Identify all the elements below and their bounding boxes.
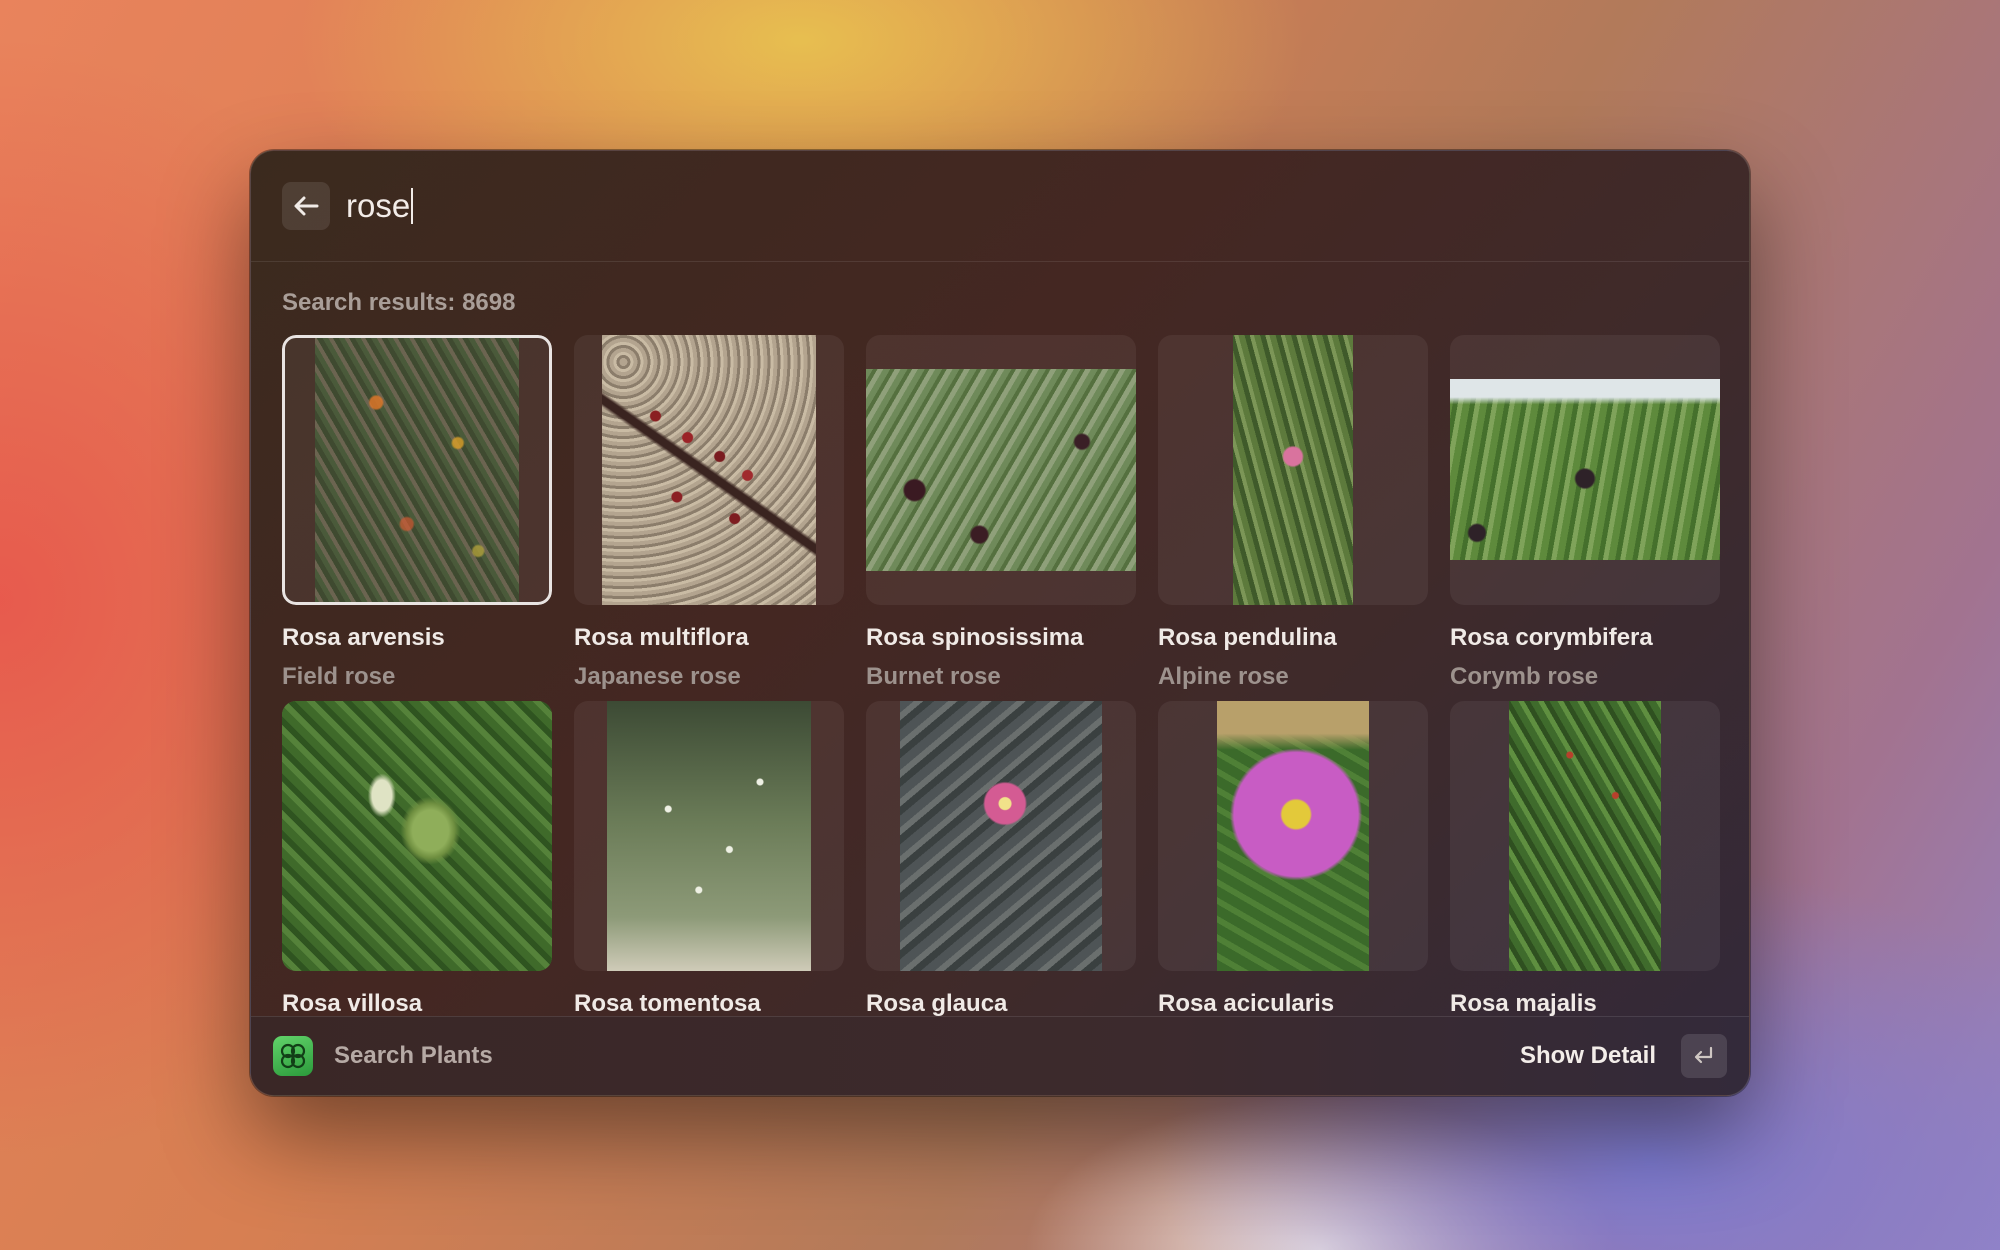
search-header: rose	[251, 151, 1749, 262]
plant-card[interactable]: Rosa glauca	[866, 701, 1136, 1017]
search-plants-window: rose Search results: 8698 Rosa arvensis …	[250, 150, 1750, 1096]
plant-latin-name: Rosa arvensis	[282, 624, 445, 651]
plant-common-name: Corymb rose	[1450, 663, 1599, 690]
plant-thumbnail	[282, 701, 552, 971]
plant-photo	[900, 701, 1102, 971]
plant-card[interactable]: Rosa majalis	[1450, 701, 1720, 1017]
plant-thumbnail	[282, 335, 552, 605]
plant-latin-name: Rosa multiflora	[574, 624, 749, 651]
plant-card[interactable]: Rosa spinosissima Burnet rose	[866, 335, 1136, 690]
search-input[interactable]: rose	[346, 181, 414, 231]
plant-common-name: Burnet rose	[866, 663, 1001, 690]
plant-latin-name: Rosa spinosissima	[866, 624, 1084, 651]
plant-photo	[866, 369, 1136, 571]
plant-card[interactable]: Rosa multiflora Japanese rose	[574, 335, 844, 690]
plant-card[interactable]: Rosa arvensis Field rose	[282, 335, 552, 690]
clover-icon	[273, 1036, 313, 1076]
plant-thumbnail	[1450, 335, 1720, 605]
plant-thumbnail	[1158, 335, 1428, 605]
plant-card[interactable]: Rosa acicularis	[1158, 701, 1428, 1017]
plant-card[interactable]: Rosa pendulina Alpine rose	[1158, 335, 1428, 690]
plant-results-grid: Rosa arvensis Field rose Rosa multiflora…	[282, 335, 1720, 1095]
plant-photo	[1509, 701, 1661, 971]
plant-latin-name: Rosa villosa	[282, 990, 423, 1017]
plant-photo	[1233, 335, 1353, 605]
plant-common-name: Alpine rose	[1158, 663, 1289, 690]
search-query: rose	[346, 187, 411, 224]
plant-thumbnail	[866, 701, 1136, 971]
plant-card[interactable]: Rosa corymbifera Corymb rose	[1450, 335, 1720, 690]
plant-thumbnail	[1158, 701, 1428, 971]
plant-latin-name: Rosa acicularis	[1158, 990, 1335, 1017]
text-caret	[411, 188, 414, 224]
plant-common-name: Field rose	[282, 663, 396, 690]
show-detail-button[interactable]: Show Detail	[1520, 1017, 1656, 1095]
arrow-left-icon	[294, 196, 319, 216]
plant-latin-name: Rosa pendulina	[1158, 624, 1337, 651]
plant-card[interactable]: Rosa villosa	[282, 701, 552, 1017]
plant-photo	[602, 335, 816, 605]
plant-thumbnail	[1450, 701, 1720, 971]
plant-photo	[282, 701, 552, 971]
plant-photo	[1450, 379, 1720, 560]
plant-latin-name: Rosa tomentosa	[574, 990, 761, 1017]
plant-photo	[315, 335, 519, 605]
plant-photo	[1217, 701, 1369, 971]
plant-thumbnail	[574, 335, 844, 605]
plant-latin-name: Rosa corymbifera	[1450, 624, 1653, 651]
action-bar: Search Plants Show Detail	[251, 1016, 1749, 1095]
plant-card[interactable]: Rosa tomentosa	[574, 701, 844, 1017]
app-name: Search Plants	[334, 1042, 493, 1069]
back-button[interactable]	[282, 182, 330, 230]
plant-latin-name: Rosa glauca	[866, 990, 1008, 1017]
plant-thumbnail	[574, 701, 844, 971]
plant-latin-name: Rosa majalis	[1450, 990, 1597, 1017]
plant-photo	[607, 701, 811, 971]
return-key-icon[interactable]	[1681, 1034, 1727, 1078]
plant-thumbnail	[866, 335, 1136, 605]
plant-common-name: Japanese rose	[574, 663, 741, 690]
results-count: Search results: 8698	[282, 289, 516, 316]
